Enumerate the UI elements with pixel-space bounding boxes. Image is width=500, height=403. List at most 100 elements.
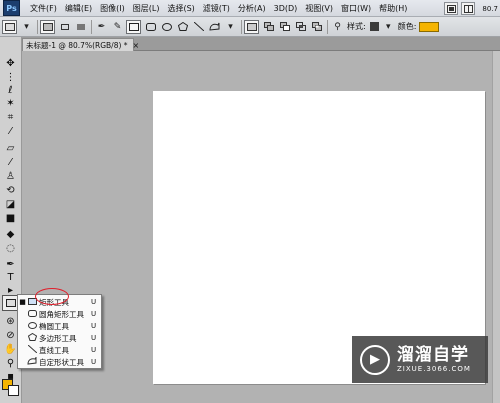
document-tab-strip: 未标题-1 @ 80.7%(RGB/8) * × <box>22 37 500 51</box>
new-layer-icon <box>246 22 257 31</box>
view-extras-button[interactable] <box>461 2 476 15</box>
polygon-icon <box>27 332 37 343</box>
zoom-level[interactable]: 80.7 <box>482 5 498 13</box>
flyout-item-polygon[interactable]: 多边形工具 U <box>18 332 101 344</box>
rectangle-icon <box>5 299 16 307</box>
add-to-shape-button[interactable] <box>262 20 275 33</box>
bridge-icon <box>446 4 456 13</box>
subtract-shape-button[interactable] <box>278 20 291 33</box>
shortcut-key: U <box>91 358 97 366</box>
custom-shape-icon <box>27 355 37 367</box>
subtract-area-icon <box>279 22 290 31</box>
line-icon <box>27 344 37 355</box>
rectangle-icon <box>4 22 15 31</box>
fill-pixels-icon <box>76 23 85 30</box>
background-color-swatch[interactable] <box>8 385 19 396</box>
flyout-item-custom-shape[interactable]: 自定形状工具 U <box>18 355 101 368</box>
color-swatch[interactable] <box>419 21 440 32</box>
menu-filter[interactable]: 滤镜(T) <box>203 3 230 14</box>
watermark: ▶ 溜溜自学 ZIXUE.3066.COM <box>352 336 488 383</box>
paths-button[interactable] <box>58 20 71 33</box>
line-icon <box>193 22 204 31</box>
new-shape-layer-button[interactable] <box>244 19 259 34</box>
tool-preset-picker[interactable] <box>2 19 17 34</box>
divider <box>37 19 38 34</box>
flyout-item-line[interactable]: 直线工具 U <box>18 344 101 356</box>
shape-tool-flyout: ■ 矩形工具 U 圆角矩形工具 U 椭圆工具 U 多边形工具 U 直线工具 U … <box>17 294 102 369</box>
photoshop-logo: Ps <box>3 0 20 16</box>
menu-file[interactable]: 文件(F) <box>30 3 57 14</box>
rectangle-tool-button[interactable] <box>126 19 141 34</box>
pen-tool-button[interactable]: ✒ <box>95 20 108 33</box>
menu-layer[interactable]: 图层(L) <box>133 3 160 14</box>
flyout-item-label: 多边形工具 <box>39 333 77 343</box>
polygon-icon <box>177 22 188 31</box>
eyedropper-icon[interactable]: ⁄ <box>2 123 19 139</box>
flyout-item-label: 自定形状工具 <box>39 357 84 367</box>
bridge-button[interactable] <box>444 2 459 15</box>
polygon-button[interactable] <box>176 20 189 33</box>
gradient-tool-icon[interactable]: ■ <box>2 210 19 226</box>
rounded-rectangle-icon <box>27 309 37 319</box>
menu-window[interactable]: 窗口(W) <box>341 3 371 14</box>
watermark-title: 溜溜自学 <box>397 345 469 365</box>
custom-shape-button[interactable] <box>208 20 221 33</box>
paths-icon <box>60 23 69 30</box>
menu-bar: Ps 文件(F) 编辑(E) 图像(I) 图层(L) 选择(S) 滤镜(T) 分… <box>0 0 500 17</box>
menu-view[interactable]: 视图(V) <box>305 3 333 14</box>
chevron-down-icon[interactable]: ▾ <box>224 20 237 33</box>
rounded-rectangle-icon <box>145 22 156 31</box>
link-icon[interactable]: ⚲ <box>331 20 344 33</box>
color-label: 颜色: <box>397 22 417 31</box>
play-logo-icon: ▶ <box>360 344 390 375</box>
menu-help[interactable]: 帮助(H) <box>379 3 407 14</box>
highlight-annotation <box>35 288 69 305</box>
fill-pixels-button[interactable] <box>74 20 87 33</box>
shortcut-key: U <box>91 322 97 330</box>
ellipse-icon <box>161 22 172 31</box>
close-icon[interactable]: × <box>133 41 140 50</box>
freeform-pen-button[interactable]: ✎ <box>111 20 124 33</box>
style-label: 样式: <box>347 22 366 31</box>
custom-shape-icon <box>209 22 220 31</box>
chevron-down-icon[interactable]: ▾ <box>20 20 33 33</box>
watermark-url: ZIXUE.3066.COM <box>397 365 471 373</box>
menu-3d[interactable]: 3D(D) <box>274 4 298 13</box>
style-picker[interactable] <box>369 22 379 31</box>
flyout-item-label: 椭圆工具 <box>39 321 69 331</box>
menu-image[interactable]: 图像(I) <box>100 3 125 14</box>
ellipse-icon <box>27 321 37 331</box>
divider <box>241 19 242 34</box>
menu-analysis[interactable]: 分析(A) <box>238 3 266 14</box>
shape-layers-button[interactable] <box>40 19 55 34</box>
intersect-area-icon <box>295 22 306 31</box>
dodge-tool-icon[interactable]: ◌ <box>2 240 19 256</box>
grid-icon <box>463 4 473 13</box>
menu-edit[interactable]: 编辑(E) <box>65 3 92 14</box>
shortcut-key: U <box>91 334 97 342</box>
flyout-item-label: 圆角矩形工具 <box>39 309 84 319</box>
flyout-item-rounded-rectangle[interactable]: 圆角矩形工具 U <box>18 308 101 320</box>
rounded-rectangle-button[interactable] <box>144 20 157 33</box>
divider <box>327 19 328 34</box>
divider <box>91 19 92 34</box>
add-area-icon <box>263 22 274 31</box>
document-tab[interactable]: 未标题-1 @ 80.7%(RGB/8) * × <box>22 38 139 51</box>
vertical-scrollbar[interactable] <box>492 51 500 403</box>
exclude-shape-button[interactable] <box>310 20 323 33</box>
chevron-down-icon[interactable]: ▾ <box>382 20 395 33</box>
exclude-area-icon <box>311 22 322 31</box>
rectangle-icon <box>128 22 139 31</box>
flyout-item-ellipse[interactable]: 椭圆工具 U <box>18 320 101 332</box>
shortcut-key: U <box>91 298 97 306</box>
options-bar: ▾ ✒ ✎ ▾ ⚲ 样式: ▾ 颜色: <box>0 17 500 37</box>
shortcut-key: U <box>91 346 97 354</box>
document-title: 未标题-1 @ 80.7%(RGB/8) * <box>26 40 128 50</box>
line-button[interactable] <box>192 20 205 33</box>
menu-select[interactable]: 选择(S) <box>167 3 194 14</box>
shortcut-key: U <box>91 310 97 318</box>
shape-layers-icon <box>42 22 53 31</box>
selected-bullet-icon: ■ <box>19 298 26 306</box>
intersect-shape-button[interactable] <box>294 20 307 33</box>
ellipse-button[interactable] <box>160 20 173 33</box>
